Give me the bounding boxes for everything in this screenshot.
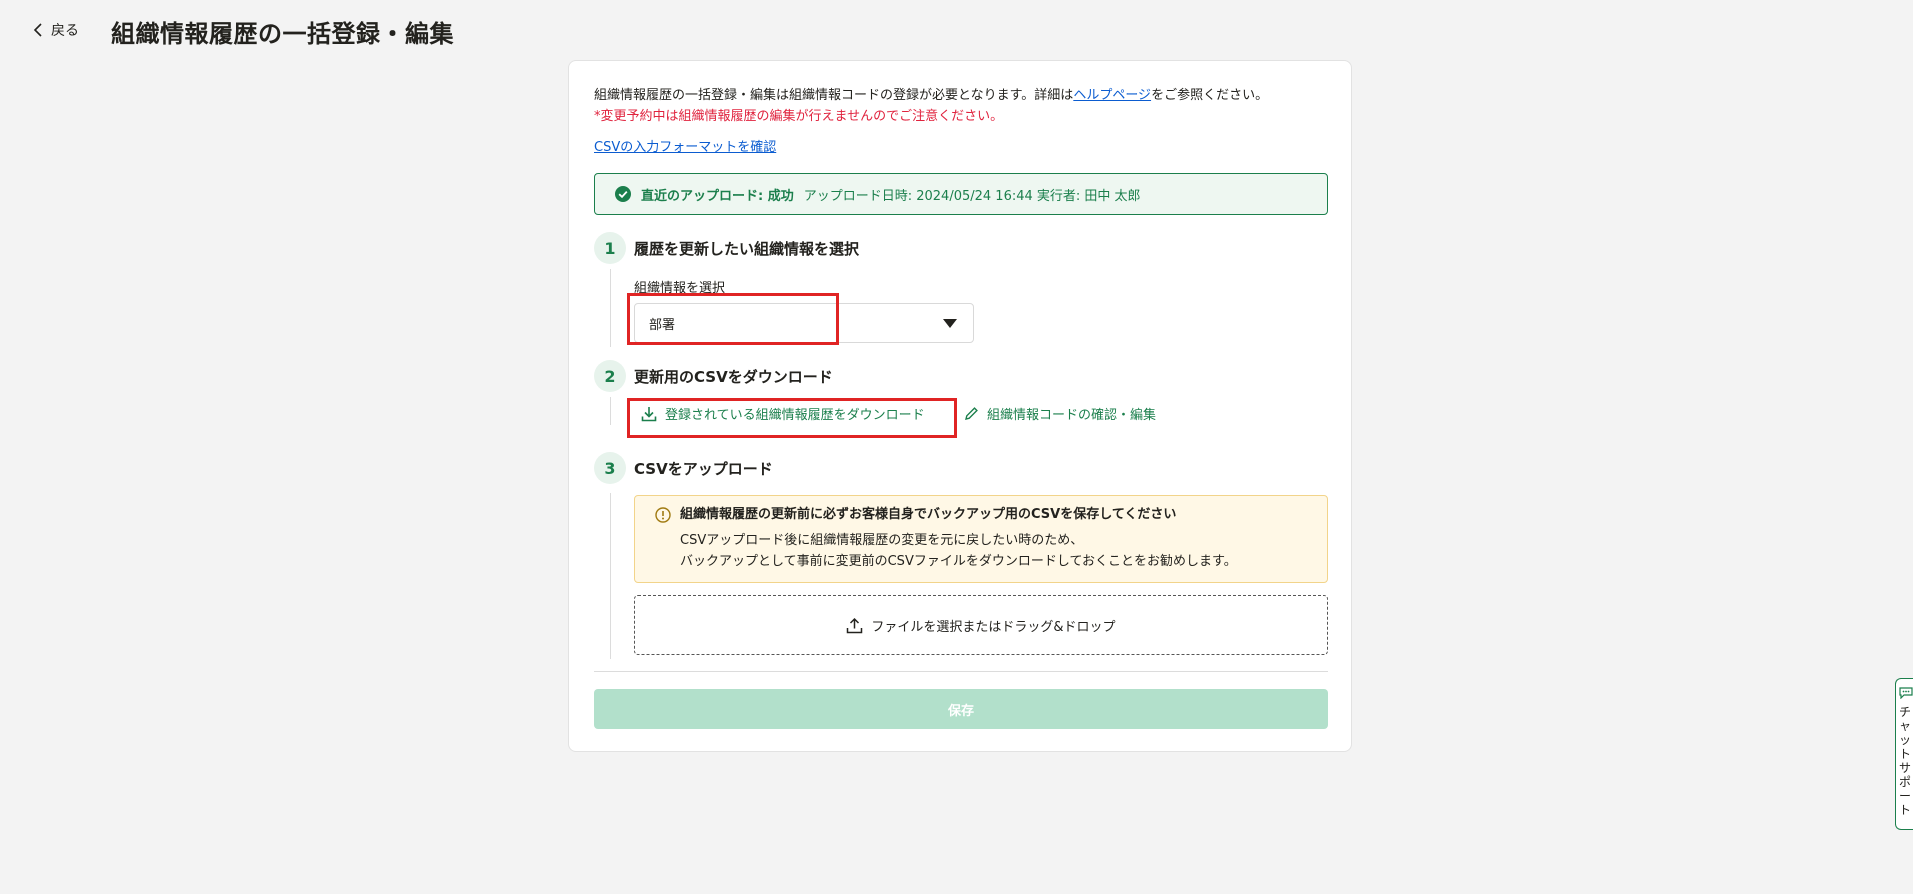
- step-number: 3: [594, 452, 626, 484]
- org-code-edit-link[interactable]: 組織情報コードの確認・編集: [964, 404, 1156, 423]
- download-label: 登録されている組織情報履歴をダウンロード: [665, 408, 925, 423]
- upload-status-banner: 直近のアップロード: 成功 アップロード日時: 2024/05/24 16:44…: [594, 173, 1328, 215]
- step-3: 3 CSVをアップロード: [594, 452, 773, 484]
- page-title: 組織情報履歴の一括登録・編集: [111, 20, 454, 48]
- step-title: 更新用のCSVをダウンロード: [634, 367, 833, 386]
- notice-title: 組織情報履歴の更新前に必ずお客様自身でバックアップ用のCSVを保存してください: [680, 507, 1177, 522]
- exclamation-circle-icon: [655, 507, 671, 523]
- edit-label: 組織情報コードの確認・編集: [987, 408, 1157, 423]
- intro-text-before: 組織情報履歴の一括登録・編集は組織情報コードの登録が必要となります。詳細は: [594, 88, 1074, 103]
- upload-icon: [847, 617, 863, 633]
- org-info-select[interactable]: 部署: [634, 303, 974, 343]
- dropzone-label: ファイルを選択またはドラッグ&ドロップ: [871, 619, 1116, 635]
- footer-divider: [594, 671, 1328, 672]
- status-meta: アップロード日時: 2024/05/24 16:44 実行者: 田中 太郎: [803, 188, 1141, 204]
- help-page-link[interactable]: ヘルプページ: [1073, 88, 1151, 103]
- reservation-warning: *変更予約中は組織情報履歴の編集が行えませんのでご注意ください。: [594, 109, 1004, 124]
- file-dropzone[interactable]: ファイルを選択またはドラッグ&ドロップ: [634, 595, 1328, 655]
- status-label: 直近のアップロード: 成功: [641, 188, 794, 204]
- intro-text: 組織情報履歴の一括登録・編集は組織情報コードの登録が必要となります。詳細はヘルプ…: [594, 85, 1334, 127]
- step-title: 履歴を更新したい組織情報を選択: [634, 239, 860, 258]
- check-circle-icon: [615, 186, 631, 202]
- notice-body: CSVアップロード後に組織情報履歴の変更を元に戻したい時のため、 バックアップと…: [680, 530, 1237, 572]
- chevron-left-icon: [33, 23, 42, 37]
- step-2: 2 更新用のCSVをダウンロード: [594, 360, 833, 392]
- caret-down-icon: [943, 319, 957, 328]
- back-button[interactable]: 戻る: [33, 20, 79, 40]
- select-value: 部署: [649, 317, 676, 333]
- step-title: CSVをアップロード: [634, 459, 773, 478]
- save-button[interactable]: 保存: [594, 689, 1328, 729]
- step-number: 1: [594, 232, 626, 264]
- chat-support-label: チャットサポート: [1899, 705, 1912, 817]
- chat-support-tab[interactable]: チャットサポート: [1895, 678, 1913, 830]
- step-number: 2: [594, 360, 626, 392]
- notice-line-2: バックアップとして事前に変更前のCSVファイルをダウンロードしておくことをお勧め…: [680, 554, 1237, 569]
- top-bar: 戻る 組織情報履歴の一括登録・編集: [0, 0, 1913, 64]
- download-icon: [641, 406, 657, 421]
- csv-format-link[interactable]: CSVの入力フォーマットを確認: [594, 136, 776, 155]
- step-1: 1 履歴を更新したい組織情報を選択: [594, 232, 859, 264]
- step-2-connector: [610, 397, 611, 425]
- download-history-link[interactable]: 登録されている組織情報履歴をダウンロード: [641, 404, 925, 423]
- notice-line-1: CSVアップロード後に組織情報履歴の変更を元に戻したい時のため、: [680, 533, 1084, 548]
- step-1-connector: [610, 269, 611, 347]
- backup-notice: 組織情報履歴の更新前に必ずお客様自身でバックアップ用のCSVを保存してください …: [634, 495, 1328, 583]
- main-card: 組織情報履歴の一括登録・編集は組織情報コードの登録が必要となります。詳細はヘルプ…: [568, 60, 1352, 752]
- pencil-icon: [965, 407, 978, 420]
- back-label: 戻る: [51, 23, 79, 39]
- step-3-connector: [610, 493, 611, 659]
- intro-text-after: をご参照ください。: [1151, 88, 1269, 103]
- chat-bubble-icon: [1899, 687, 1913, 699]
- select-label: 組織情報を選択: [634, 281, 726, 296]
